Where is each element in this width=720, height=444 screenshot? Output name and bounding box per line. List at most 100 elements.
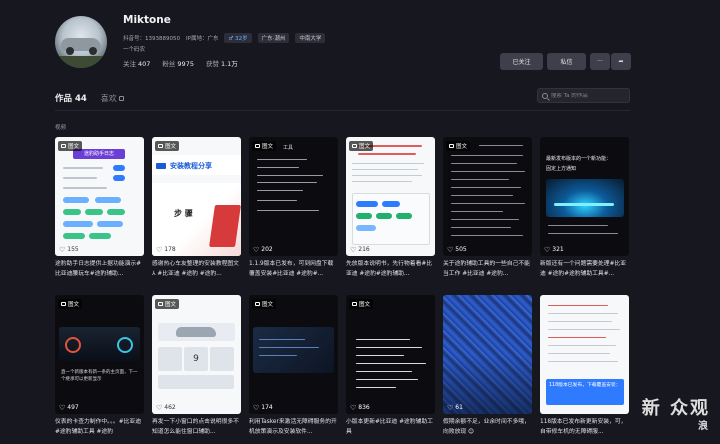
- watermark-sub: 浪: [698, 421, 710, 432]
- thumb-line: [63, 167, 103, 169]
- work-card[interactable]: 图文 9 ♡ 462 再发一下小窗口的点击说明很多不知道怎么能住窗口辅助...: [152, 295, 241, 437]
- like-count-value: 155: [67, 246, 79, 253]
- tab-likes-label: 喜欢: [100, 94, 117, 103]
- work-thumbnail[interactable]: 图文 ♡ 505: [443, 137, 532, 256]
- work-caption[interactable]: 1.1.9版本已发布，可到网盘下载覆盖安装#比亚迪 #途豹#...: [249, 260, 338, 279]
- image-post-badge: 图文: [58, 299, 83, 309]
- heart-icon: ♡: [253, 245, 260, 254]
- thumb-line: [257, 182, 317, 183]
- thumb-screen: [546, 179, 624, 217]
- stat-likes: 获赞 1.1万: [206, 58, 238, 68]
- like-count: ♡ 174: [253, 404, 273, 411]
- stat-value: 9975: [177, 60, 194, 68]
- thumb-pill: [396, 213, 412, 219]
- more-icon[interactable]: ···: [590, 53, 610, 70]
- thumb-pill: [356, 225, 376, 231]
- work-thumbnail[interactable]: ♡ 61: [443, 295, 532, 414]
- thumb-pill: [107, 209, 125, 215]
- work-card[interactable]: ♡ 61 假期余额不足，业余时间不多哦，向败放现 😊: [443, 295, 532, 437]
- work-caption[interactable]: 利用Tasker来激活无障碍服务的开机放策演示及安装软件...: [249, 418, 338, 437]
- like-count: ♡ 462: [156, 404, 176, 411]
- thumb-line: [356, 387, 396, 388]
- work-thumbnail[interactable]: 最新发布版本的一个新功能： 固定上方通知 ♡ 321: [540, 137, 629, 256]
- work-thumbnail[interactable]: 图文 9 ♡ 462: [152, 295, 241, 414]
- work-caption[interactable]: 假期余额不足，业余时间不多哦，向败放现 😊: [443, 418, 532, 437]
- like-count: ♡ 155: [59, 246, 79, 253]
- thumb-car: [176, 327, 216, 337]
- work-caption[interactable]: 小版本更新#比亚迪 #途豹辅助工具: [346, 418, 435, 437]
- work-thumbnail[interactable]: 图文 ♡ 836: [346, 295, 435, 414]
- avatar[interactable]: [55, 16, 107, 68]
- work-caption[interactable]: 仪表的卡查力制作中。。。#比亚迪 #途豹辅助工具 #途豹: [55, 418, 144, 437]
- thumb-logo: [156, 163, 166, 169]
- thumb-line: [451, 179, 509, 180]
- work-thumbnail[interactable]: 图文 ♡ 174: [249, 295, 338, 414]
- thumb-line: [548, 345, 616, 346]
- thumb-heading: 最新发布版本的一个新功能：: [546, 156, 612, 162]
- work-card[interactable]: 图文 途豹助手日志 ♡ 155 途豹助手日志提供上据功能演示#比亚迪腰玩车#途豹辅…: [55, 137, 144, 279]
- work-caption[interactable]: 新版还有一个问题需要处理#比亚迪 #途豹#途豹辅助工具#...: [540, 260, 629, 279]
- work-card[interactable]: 图文 ♡ 216 先放版本说明书，先行物着看#比亚迪 #途豹#途豹辅助...: [346, 137, 435, 279]
- image-post-badge: 图文: [446, 141, 471, 151]
- thumb-banner: 118版本已发布，下载覆盖安装：: [546, 379, 624, 405]
- tag-location: 广东·潮州: [257, 33, 290, 43]
- tab-works[interactable]: 作品 44: [55, 92, 87, 104]
- like-count-value: 836: [358, 404, 370, 411]
- work-caption[interactable]: 感谢热心车友整理的安装教程图文 ⅄ #比亚迪 #途豹 #途豹...: [152, 260, 241, 279]
- thumb-line: [451, 187, 521, 188]
- work-caption[interactable]: 途豹助手日志提供上据功能演示#比亚迪腰玩车#途豹辅助...: [55, 260, 144, 279]
- work-thumbnail[interactable]: 图文 ♡ 216: [346, 137, 435, 256]
- thumb-gauge: [65, 337, 81, 353]
- work-caption[interactable]: 118版本已发布新更新安装，可，自带修车机的无障碍服...: [540, 418, 629, 437]
- stat-following[interactable]: 关注 407: [123, 58, 150, 68]
- watermark-text: 新 众观: [641, 398, 710, 419]
- like-count: ♡ 836: [350, 404, 370, 411]
- work-thumbnail[interactable]: 图文 工具 ♡ 202: [249, 137, 338, 256]
- thumb-line: [451, 163, 517, 164]
- thumb-pill: [63, 221, 93, 227]
- thumb-tile: 9: [184, 347, 208, 371]
- work-card[interactable]: 118版本已发布，下载覆盖安装： 118版本已发布新更新安装，可，自带修车机的无…: [540, 295, 629, 437]
- like-count: ♡ 61: [447, 404, 463, 411]
- thumb-line: [257, 190, 303, 191]
- work-thumbnail[interactable]: 图文 安装教程分享 步 骤 ♡ 178: [152, 137, 241, 256]
- message-button[interactable]: 私信: [547, 53, 586, 70]
- thumb-line: [358, 153, 416, 155]
- tab-likes[interactable]: 喜欢: [101, 93, 124, 104]
- work-caption[interactable]: 关于途豹辅助工具的一些自己不能当工作 #比亚迪 #途豹...: [443, 260, 532, 279]
- thumb-line: [451, 235, 523, 236]
- work-thumbnail[interactable]: 图文 直一个新版本有新一条的主页面，下一个继承可以更新显示 ♡ 497: [55, 295, 144, 414]
- work-thumbnail[interactable]: 图文 途豹助手日志 ♡ 155: [55, 137, 144, 256]
- work-card[interactable]: 图文 直一个新版本有新一条的主页面，下一个继承可以更新显示 ♡ 497 仪表的卡查…: [55, 295, 144, 437]
- share-icon[interactable]: ➦: [611, 53, 631, 70]
- image-icon: [255, 302, 260, 306]
- work-card[interactable]: 图文 安装教程分享 步 骤 ♡ 178 感谢热心车友整理的安装教程图文 ⅄ #比亚…: [152, 137, 241, 279]
- badge-label: 图文: [359, 144, 371, 150]
- like-count-value: 202: [261, 246, 273, 253]
- work-card[interactable]: 图文 ♡ 505 关于途豹辅助工具的一些自己不能当工作 #比亚迪 #途豹...: [443, 137, 532, 279]
- work-card[interactable]: 图文 ♡ 836 小版本更新#比亚迪 #途豹辅助工具: [346, 295, 435, 437]
- work-card[interactable]: 图文 ♡ 174 利用Tasker来激活无障碍服务的开机放策演示及安装软件...: [249, 295, 338, 437]
- thumb-pill: [376, 213, 392, 219]
- thumb-line: [356, 339, 410, 340]
- work-card[interactable]: 图文 工具 ♡ 202 1.1.9版本已发布，可到网盘下载覆盖安装#比亚迪 #途豹…: [249, 137, 338, 279]
- search-input[interactable]: [550, 92, 629, 99]
- thumb-toggle: [113, 175, 125, 181]
- search-icon: [542, 92, 548, 99]
- work-caption[interactable]: 先放版本说明书，先行物着看#比亚迪 #途豹#途豹辅助...: [346, 260, 435, 279]
- tag-age: ♂ 32岁: [224, 33, 252, 43]
- work-caption[interactable]: 再发一下小窗口的点击说明很多不知道怎么能住窗口辅助...: [152, 418, 241, 437]
- thumb-line: [451, 219, 519, 220]
- ip-location: IP属地：广东: [186, 36, 219, 42]
- work-thumbnail[interactable]: 118版本已发布，下载覆盖安装：: [540, 295, 629, 414]
- stat-label: 获赞: [205, 60, 219, 68]
- work-card[interactable]: 最新发布版本的一个新功能： 固定上方通知 ♡ 321 新版还有一个问题需要处理#比…: [540, 137, 629, 279]
- thumb-line: [451, 195, 513, 196]
- works-search[interactable]: [537, 88, 630, 103]
- stat-followers[interactable]: 粉丝 9975: [162, 58, 194, 68]
- followed-button[interactable]: 已关注: [500, 53, 543, 70]
- watermark-logo: 新 众观 浪: [642, 400, 710, 436]
- heart-icon: ♡: [544, 245, 551, 254]
- badge-label: 图文: [359, 302, 371, 308]
- image-icon: [352, 144, 357, 148]
